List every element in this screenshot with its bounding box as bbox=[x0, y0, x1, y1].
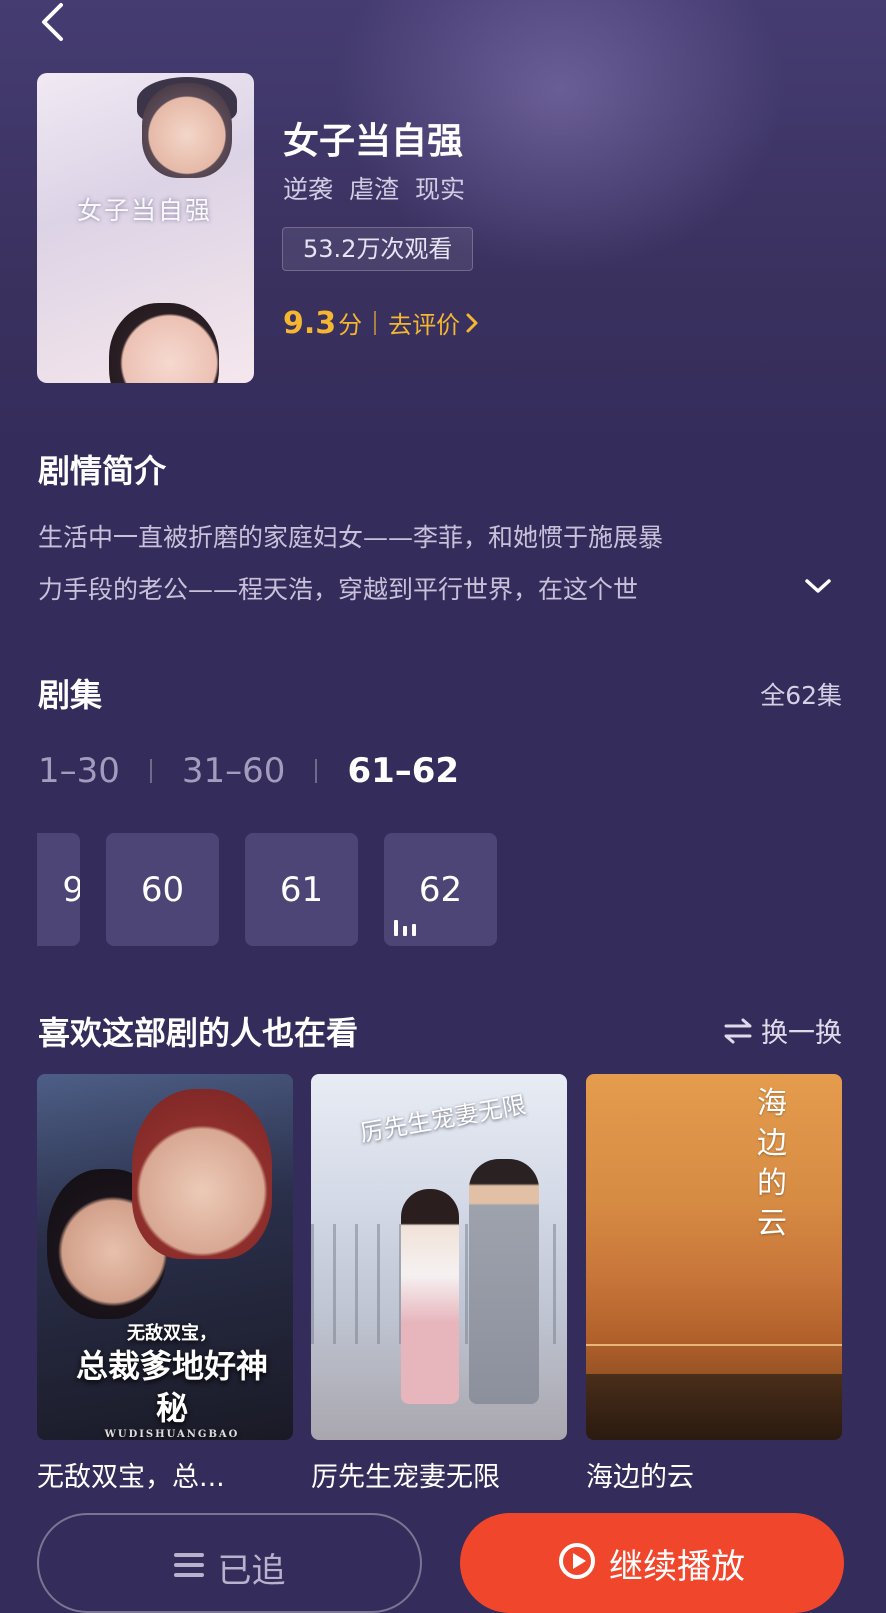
range-tab-active[interactable]: 61–62 bbox=[347, 751, 459, 791]
cover-title-art: 无敌双宝， 总裁爹地好神秘 WUDISHUANGBAO bbox=[62, 1319, 282, 1440]
view-count-badge: 53.2万次观看 bbox=[282, 227, 474, 271]
follow-button[interactable]: 已追 bbox=[37, 1513, 422, 1613]
divider bbox=[149, 759, 152, 783]
recommend-card[interactable]: 无敌双宝， 总裁爹地好神秘 WUDISHUANGBAO 无敌双宝，总... bbox=[37, 1074, 293, 1495]
recommend-name: 无敌双宝，总... bbox=[37, 1462, 225, 1493]
cover-figure bbox=[132, 1089, 272, 1259]
cover-figure bbox=[469, 1159, 539, 1404]
back-button[interactable] bbox=[30, 0, 74, 44]
cover-title-art: 海边的云 bbox=[757, 1086, 787, 1241]
rating-unit: 分 bbox=[338, 311, 363, 339]
poster-figure bbox=[142, 83, 232, 178]
episode-number: 9 bbox=[62, 869, 80, 910]
chevron-left-icon bbox=[42, 3, 63, 41]
refresh-button[interactable]: 换一换 bbox=[723, 1011, 842, 1050]
refresh-label: 换一换 bbox=[761, 1018, 842, 1049]
episode-button[interactable]: 60 bbox=[106, 833, 219, 946]
recommend-name: 海边的云 bbox=[586, 1462, 694, 1493]
range-tab[interactable]: 1–30 bbox=[38, 751, 120, 791]
follow-label: 已追 bbox=[217, 1551, 286, 1591]
recommend-card[interactable]: 海边的云 海边的云 bbox=[586, 1074, 842, 1495]
cover-text: 无敌双宝， bbox=[127, 1323, 217, 1344]
drama-poster[interactable]: 女子当自强 bbox=[37, 73, 254, 383]
rate-label: 去评价 bbox=[388, 311, 461, 339]
recommend-cover: 无敌双宝， 总裁爹地好神秘 WUDISHUANGBAO bbox=[37, 1074, 293, 1440]
synopsis-heading: 剧情简介 bbox=[38, 452, 167, 490]
rating-score: 9.3 bbox=[283, 306, 337, 341]
synopsis-text[interactable]: 生活中一直被折磨的家庭妇女——李菲，和她惯于施展暴 力手段的老公——程天浩，穿越… bbox=[38, 512, 828, 616]
recommend-cover: 厉先生宠妻无限 bbox=[311, 1074, 567, 1440]
episode-button[interactable]: 61 bbox=[245, 833, 358, 946]
drama-tags: 逆袭 虐渣 现实 bbox=[283, 170, 473, 206]
episode-list: 9 60 61 62 bbox=[0, 833, 886, 947]
recommend-heading: 喜欢这部剧的人也在看 bbox=[38, 1014, 359, 1052]
tag[interactable]: 现实 bbox=[415, 175, 465, 204]
tag[interactable]: 逆袭 bbox=[283, 175, 333, 204]
now-playing-icon bbox=[394, 920, 416, 936]
cover-figure bbox=[401, 1189, 459, 1404]
recommend-name: 厉先生宠妻无限 bbox=[311, 1462, 500, 1493]
chevron-down-icon bbox=[805, 579, 831, 593]
cover-text: WUDISHUANGBAO bbox=[104, 1429, 240, 1440]
drama-title: 女子当自强 bbox=[283, 121, 464, 162]
list-icon bbox=[173, 1553, 204, 1577]
episode-number: 62 bbox=[418, 869, 463, 910]
tag[interactable]: 虐渣 bbox=[349, 175, 399, 204]
cover-ground bbox=[586, 1374, 842, 1440]
episode-button[interactable]: 9 bbox=[37, 833, 80, 946]
play-icon bbox=[559, 1543, 595, 1579]
recommend-cover: 海边的云 bbox=[586, 1074, 842, 1440]
poster-figure bbox=[109, 303, 219, 383]
episode-button-current[interactable]: 62 bbox=[384, 833, 497, 946]
episodes-heading: 剧集 bbox=[38, 676, 103, 714]
rating-row: 9.3 分 去评价 bbox=[283, 305, 480, 341]
expand-synopsis-button[interactable] bbox=[802, 570, 834, 602]
cover-text: 总裁爹地好神秘 bbox=[75, 1347, 268, 1427]
divider bbox=[374, 311, 377, 335]
episode-number: 61 bbox=[279, 869, 324, 910]
recommend-card[interactable]: 厉先生宠妻无限 厉先生宠妻无限 bbox=[311, 1074, 567, 1495]
chevron-right-icon bbox=[466, 313, 478, 332]
continue-play-button[interactable]: 继续播放 bbox=[460, 1513, 844, 1613]
swap-arrows-icon bbox=[724, 1018, 752, 1043]
cover-title-art: 厉先生宠妻无限 bbox=[357, 1090, 529, 1148]
poster-title-art: 女子当自强 bbox=[77, 196, 213, 225]
divider bbox=[315, 759, 318, 783]
episode-range-tabs: 1–30 31–60 61–62 bbox=[38, 746, 459, 796]
synopsis-line: 生活中一直被折磨的家庭妇女——李菲，和她惯于施展暴 bbox=[38, 523, 664, 552]
range-tab[interactable]: 31–60 bbox=[182, 751, 286, 791]
play-label: 继续播放 bbox=[609, 1547, 745, 1587]
cover-horizon bbox=[586, 1344, 842, 1346]
rate-button[interactable]: 去评价 bbox=[388, 305, 480, 340]
episode-number: 60 bbox=[140, 869, 185, 910]
synopsis-line: 力手段的老公——程天浩，穿越到平行世界，在这个世 bbox=[38, 575, 639, 604]
episode-total[interactable]: 全62集 bbox=[760, 676, 842, 712]
